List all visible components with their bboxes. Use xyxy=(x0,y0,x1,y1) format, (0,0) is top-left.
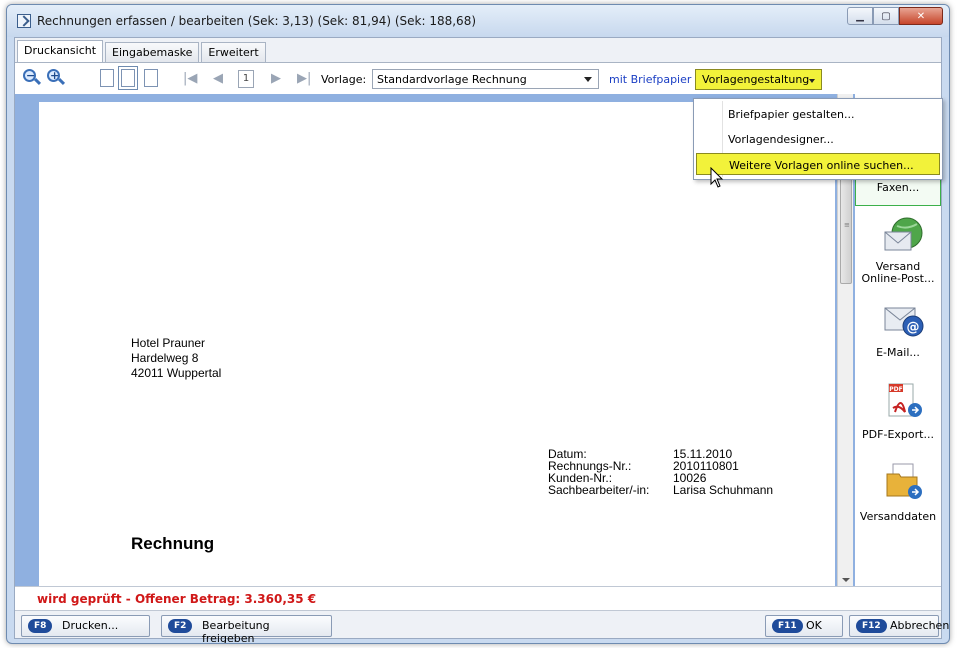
vorlage-select-value: Standardvorlage Rechnung xyxy=(377,73,527,86)
page-width-icon[interactable] xyxy=(118,66,138,90)
ok-label: OK xyxy=(806,619,822,632)
email-icon: @ xyxy=(884,307,924,337)
release-label: Bearbeitung freigeben xyxy=(202,619,270,644)
folder-export-icon xyxy=(886,463,922,499)
next-page-icon[interactable]: ▶ xyxy=(271,71,281,86)
release-button[interactable]: F2 Bearbeitung freigeben xyxy=(161,615,332,643)
document-heading: Rechnung xyxy=(131,534,215,553)
f2-key-badge: F2 xyxy=(168,619,193,633)
vorlagengestaltung-button[interactable]: Vorlagengestaltung xyxy=(695,69,822,90)
versanddaten-action[interactable]: Versanddaten xyxy=(855,456,941,534)
address-line: Hotel Prauner xyxy=(131,336,206,350)
ok-button[interactable]: F11 OK xyxy=(765,615,843,637)
scrollbar-thumb[interactable]: ≡ xyxy=(840,174,852,284)
zoom-out-icon[interactable]: − xyxy=(23,69,42,87)
tab-bar: Druckansicht Eingabemaske Erweitert xyxy=(17,40,268,62)
title-bar: Rechnungen erfassen / bearbeiten (Sek: 3… xyxy=(7,5,949,37)
print-label: Drucken... xyxy=(62,619,119,632)
tab-druckansicht[interactable]: Druckansicht xyxy=(17,40,104,62)
window-title: Rechnungen erfassen / bearbeiten (Sek: 3… xyxy=(37,14,477,28)
meta-row: Sachbearbeiter/-in: Larisa Schuhmann xyxy=(548,484,773,496)
recipient-address: Hotel Prauner Hardelweg 8 42011 Wupperta… xyxy=(131,336,221,381)
versanddaten-label: Versanddaten xyxy=(859,510,937,523)
address-line: Hardelweg 8 xyxy=(131,351,199,365)
tab-erweitert[interactable]: Erweitert xyxy=(201,42,266,62)
email-label: E-Mail... xyxy=(876,346,920,359)
single-page-icon[interactable] xyxy=(100,69,114,87)
menu-item-vorlagendesigner[interactable]: Vorlagendesigner... xyxy=(696,128,940,150)
briefpapier-link[interactable]: mit Briefpapier xyxy=(609,73,691,86)
toolbar: − + |◀ ◀ 1 ▶ ▶| Vorlage: Standardvorlage… xyxy=(15,62,941,94)
vorlagengestaltung-label: Vorlagengestaltung xyxy=(702,73,810,86)
first-page-icon[interactable]: |◀ xyxy=(183,71,197,86)
full-page-icon[interactable] xyxy=(144,69,158,87)
menu-item-briefpapier-gestalten[interactable]: Briefpapier gestalten... xyxy=(696,103,940,125)
vorlagengestaltung-menu: Briefpapier gestalten... Vorlagendesigne… xyxy=(693,98,943,180)
f8-key-badge: F8 xyxy=(28,619,53,633)
meta-value: Larisa Schuhmann xyxy=(673,483,774,497)
status-bar: wird geprüft - Offener Betrag: 3.360,35 … xyxy=(15,586,941,610)
email-action[interactable]: @ E-Mail... xyxy=(855,294,941,372)
application-window: Rechnungen erfassen / bearbeiten (Sek: 3… xyxy=(6,4,950,644)
vorlage-label: Vorlage: xyxy=(321,73,367,86)
menu-item-weitere-vorlagen[interactable]: Weitere Vorlagen online suchen... xyxy=(696,153,940,175)
dropdown-arrow-icon xyxy=(809,79,815,83)
online-post-label-2: Online-Post... xyxy=(861,272,935,285)
app-icon xyxy=(17,14,31,28)
cancel-button[interactable]: F12 Abbrechen xyxy=(849,615,949,637)
pdf-icon: PDF xyxy=(888,383,922,417)
globe-mail-icon xyxy=(884,217,923,251)
bottom-bar: F8 Drucken... F2 Bearbeitung freigeben F… xyxy=(15,610,949,643)
f11-key-badge: F11 xyxy=(772,619,803,633)
last-page-icon[interactable]: ▶| xyxy=(297,71,311,86)
cancel-label: Abbrechen xyxy=(890,619,950,632)
f12-key-badge: F12 xyxy=(856,619,887,633)
invoice-meta: Datum: 15.11.2010 Rechnungs-Nr.: 201011080… xyxy=(548,448,773,496)
fax-label: Faxen... xyxy=(876,181,920,194)
chevron-down-icon xyxy=(584,77,592,82)
svg-text:PDF: PDF xyxy=(889,386,902,393)
status-text: wird geprüft - Offener Betrag: 3.360,35 … xyxy=(37,592,317,606)
maximize-button[interactable]: ▢ xyxy=(873,7,899,25)
tab-eingabemaske[interactable]: Eingabemaske xyxy=(105,42,200,62)
window-controls: ▁ ▢ ✕ xyxy=(847,7,943,25)
client-area: Druckansicht Eingabemaske Erweitert − + … xyxy=(14,37,949,643)
minimize-button[interactable]: ▁ xyxy=(847,7,873,25)
address-line: 42011 Wuppertal xyxy=(131,366,222,380)
zoom-in-icon[interactable]: + xyxy=(47,69,66,87)
print-button[interactable]: F8 Drucken... xyxy=(21,615,150,637)
online-post-action[interactable]: Versand Online-Post... xyxy=(855,210,941,288)
scroll-down-icon[interactable] xyxy=(842,578,850,582)
vorlage-select[interactable]: Standardvorlage Rechnung xyxy=(372,69,599,89)
page-number-field[interactable]: 1 xyxy=(238,70,254,88)
meta-key: Sachbearbeiter/-in: xyxy=(548,483,650,497)
pdf-export-action[interactable]: PDF PDF-Export... xyxy=(855,376,941,454)
previous-page-icon[interactable]: ◀ xyxy=(213,71,223,86)
mouse-cursor-icon xyxy=(710,167,724,188)
close-button[interactable]: ✕ xyxy=(899,7,943,25)
svg-text:@: @ xyxy=(907,320,920,335)
pdf-export-label: PDF-Export... xyxy=(862,428,934,441)
